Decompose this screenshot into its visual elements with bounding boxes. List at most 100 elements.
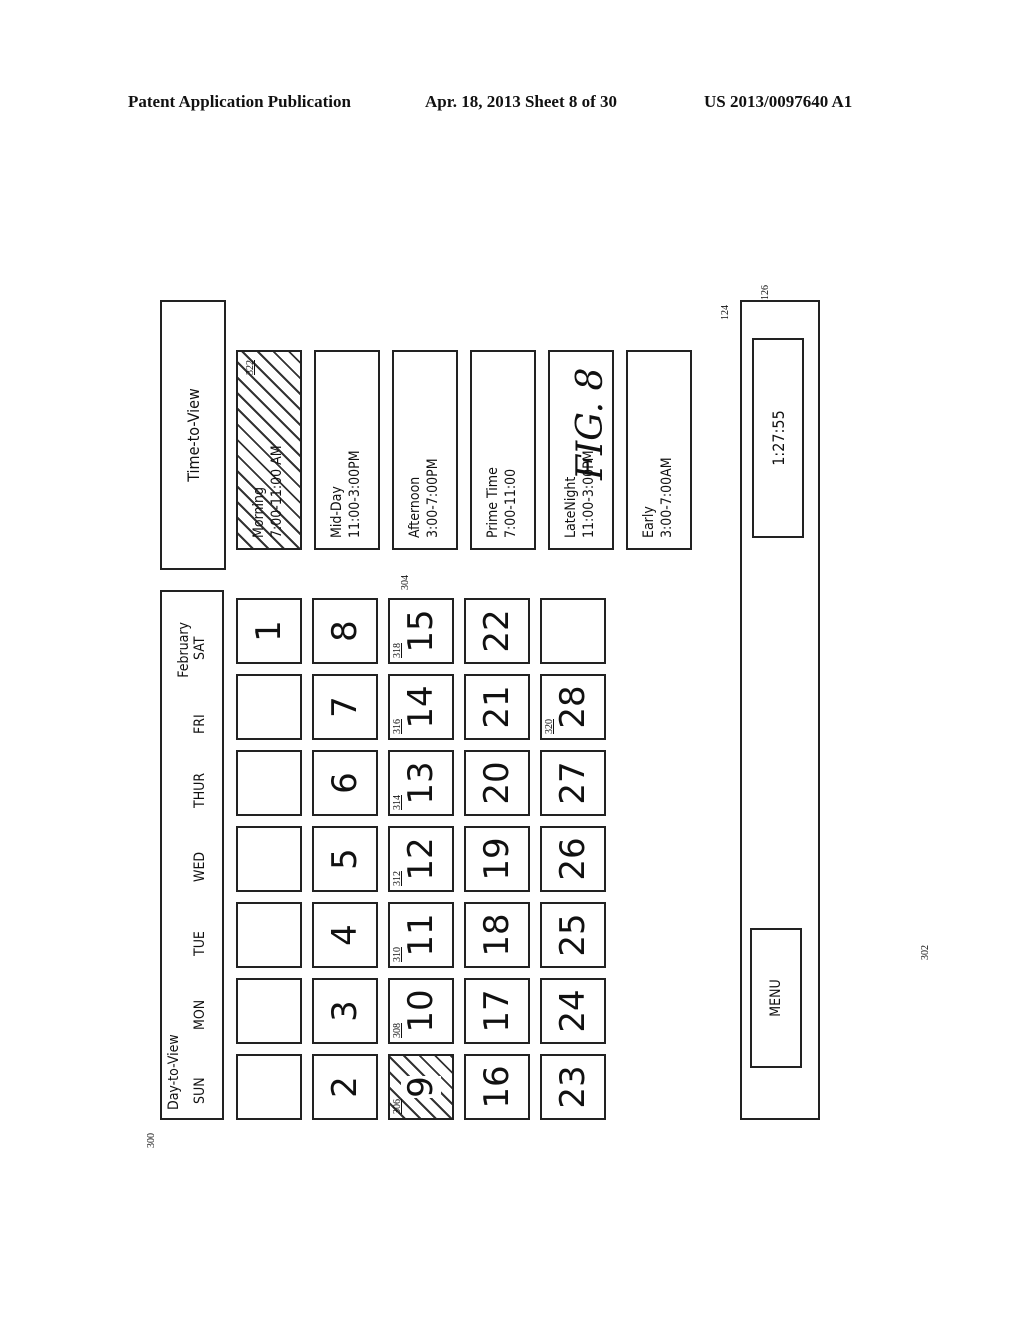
clock-time: 1:27:55	[768, 410, 788, 466]
day-number: 26	[553, 837, 593, 881]
calendar-day-cell[interactable]: 2	[312, 1054, 378, 1120]
day-number: 5	[325, 848, 365, 870]
time-slot-button[interactable]: Afternoon 3:00-7:00PM	[392, 350, 458, 550]
time-slot-button[interactable]: Prime Time 7:00-11:00	[470, 350, 536, 550]
day-number: 16	[477, 1065, 517, 1109]
time-slot-name: Mid-Day	[329, 486, 345, 538]
calendar-day-cell[interactable]: 7	[312, 674, 378, 740]
calendar-day-cell[interactable]: 17	[464, 978, 530, 1044]
ref-302: 302	[920, 945, 931, 960]
reference-numeral: 318	[392, 643, 403, 658]
calendar-day-cell[interactable]: 9 306	[388, 1054, 454, 1120]
time-slot-button[interactable]: Early 3:00-7:00AM	[626, 350, 692, 550]
calendar-day-cell[interactable]: 13 314	[388, 750, 454, 816]
calendar-day-cell[interactable]	[236, 1054, 302, 1120]
calendar-day-cell[interactable]: 14 316	[388, 674, 454, 740]
calendar-day-cell[interactable]	[236, 750, 302, 816]
reference-numeral: 320	[544, 719, 555, 734]
calendar-day-cell[interactable]: 11 310	[388, 902, 454, 968]
day-number: 24	[553, 989, 593, 1033]
ref-126: 126	[760, 285, 771, 300]
calendar-day-cell[interactable]: 10 308	[388, 978, 454, 1044]
figure-drawing: Day-to-View February SUN MON TUE WED THUR FRI…	[146, 285, 931, 1148]
time-slot-button[interactable]: Morning 7:00-11:00 AM 322	[236, 350, 302, 550]
day-number: 15	[401, 609, 441, 653]
menu-button-label: MENU	[768, 979, 784, 1017]
reference-numeral: 316	[392, 719, 403, 734]
time-to-view-header: Time-to-View	[160, 300, 226, 570]
day-number: 25	[553, 913, 593, 957]
day-to-view-title: Day-to-View	[166, 1034, 182, 1110]
calendar-day-cell[interactable]: 3	[312, 978, 378, 1044]
time-slot-button[interactable]: Mid-Day 11:00-3:00PM	[314, 350, 380, 550]
calendar-day-cell[interactable]: 28 320	[540, 674, 606, 740]
calendar-day-cell[interactable]: 26	[540, 826, 606, 892]
reference-numeral: 306	[392, 1099, 403, 1114]
reference-numeral: 310	[392, 947, 403, 962]
calendar-day-cell[interactable]: 15 318	[388, 598, 454, 664]
day-number: 13	[401, 761, 441, 805]
weekday-label: THUR	[192, 772, 208, 808]
calendar-day-cell[interactable]: 6	[312, 750, 378, 816]
publication-number: US 2013/0097640 A1	[704, 92, 853, 111]
day-number: 12	[401, 837, 441, 881]
weekday-label: MON	[192, 999, 208, 1030]
calendar-day-cell[interactable]	[540, 598, 606, 664]
calendar-day-cell[interactable]	[236, 674, 302, 740]
time-slot-name: Prime Time	[485, 467, 501, 538]
month-label: February	[176, 622, 192, 678]
time-slot-range: 7:00-11:00 AM	[269, 445, 285, 538]
figure-label: FIG. 8	[570, 367, 611, 480]
ref-124: 124	[720, 305, 731, 320]
calendar-day-cell[interactable]: 16	[464, 1054, 530, 1120]
calendar-day-cell[interactable]: 27	[540, 750, 606, 816]
calendar-day-cell[interactable]: 20	[464, 750, 530, 816]
day-number: 4	[325, 924, 365, 946]
day-number: 8	[325, 620, 365, 642]
calendar-day-cell[interactable]: 18	[464, 902, 530, 968]
calendar-day-cell[interactable]: 19	[464, 826, 530, 892]
time-slot-name: Morning	[251, 487, 267, 538]
day-number: 3	[325, 1000, 365, 1022]
ref-300: 300	[146, 1133, 157, 1148]
menu-button[interactable]: MENU	[750, 928, 802, 1068]
weekday-label: FRI	[192, 714, 208, 734]
calendar-day-cell[interactable]: 12 312	[388, 826, 454, 892]
calendar-day-cell[interactable]: 22	[464, 598, 530, 664]
day-number: 10	[401, 989, 441, 1033]
time-slot-range: 3:00-7:00PM	[425, 458, 441, 538]
ref-304: 304	[400, 575, 411, 590]
calendar-day-cell[interactable]	[236, 978, 302, 1044]
day-number: 19	[477, 837, 517, 881]
calendar-day-cell[interactable]: 1	[236, 598, 302, 664]
day-number: 1	[249, 620, 289, 642]
calendar-day-cell[interactable]: 25	[540, 902, 606, 968]
time-slot-range: 7:00-11:00	[503, 468, 519, 538]
day-number: 20	[477, 761, 517, 805]
weekday-label: SUN	[192, 1077, 208, 1104]
day-number: 22	[477, 609, 517, 653]
calendar-day-cell[interactable]: 24	[540, 978, 606, 1044]
calendar-day-cell[interactable]	[236, 826, 302, 892]
calendar-day-cell[interactable]: 21	[464, 674, 530, 740]
weekday-label: WED	[192, 851, 208, 882]
day-number: 27	[553, 761, 593, 805]
day-number: 11	[401, 913, 441, 957]
calendar-day-cell[interactable]: 23	[540, 1054, 606, 1120]
reference-numeral: 314	[392, 795, 403, 810]
day-number: 2	[325, 1076, 365, 1098]
day-number: 28	[553, 685, 593, 729]
day-number: 17	[477, 989, 517, 1033]
reference-numeral: 308	[392, 1023, 403, 1038]
calendar-day-cell[interactable]: 4	[312, 902, 378, 968]
publication-title: Patent Application Publication	[128, 92, 351, 111]
publication-date-sheet: Apr. 18, 2013 Sheet 8 of 30	[425, 92, 618, 111]
day-number: 9	[401, 1076, 441, 1098]
reference-numeral: 322	[245, 360, 256, 375]
day-number: 6	[325, 772, 365, 794]
calendar-day-cell[interactable]: 8	[312, 598, 378, 664]
day-number: 18	[477, 913, 517, 957]
calendar-day-cell[interactable]	[236, 902, 302, 968]
weekday-label: SAT	[192, 636, 208, 660]
calendar-day-cell[interactable]: 5	[312, 826, 378, 892]
